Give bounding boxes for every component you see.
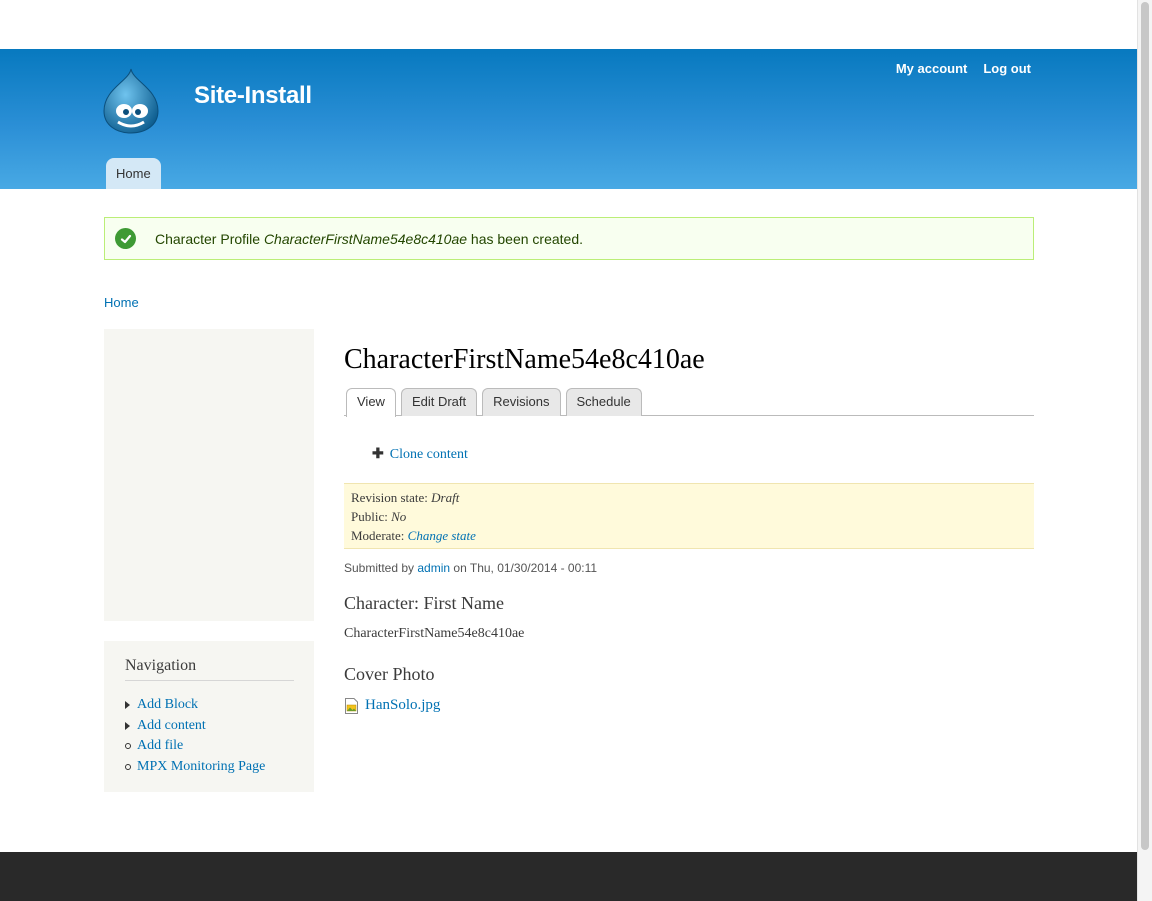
vertical-scrollbar[interactable] — [1137, 0, 1152, 901]
nav-item-add-content[interactable]: Add content — [125, 716, 294, 737]
status-node-title: CharacterFirstName54e8c410ae — [263, 230, 468, 247]
tab-edit-draft[interactable]: Edit Draft — [400, 388, 478, 416]
circle-bullet-icon — [125, 743, 137, 750]
site-name[interactable]: Site-Install — [194, 82, 312, 110]
my-account-link[interactable]: My account — [896, 61, 968, 76]
expand-triangle-icon — [125, 701, 137, 710]
main-menu-home[interactable]: Home — [106, 158, 161, 189]
action-links: ✚ Clone content — [344, 446, 1034, 463]
log-out-link[interactable]: Log out — [983, 61, 1031, 76]
moderation-info: Revision state: Draft Public: No Moderat… — [344, 483, 1034, 549]
field-first-name-label: Character: First Name — [344, 593, 504, 613]
browser-viewport: Site-Install My account Log out Home Cha… — [0, 0, 1137, 901]
breadcrumb-home[interactable]: Home — [104, 295, 139, 310]
nav-item-label[interactable]: Add Block — [137, 697, 198, 713]
circle-bullet-icon — [125, 763, 137, 770]
nav-item-label[interactable]: Add content — [137, 718, 206, 734]
scrollbar-thumb[interactable] — [1141, 2, 1149, 850]
file-link[interactable]: HanSolo.jpg — [365, 697, 440, 714]
secondary-menu: My account Log out — [896, 61, 1031, 76]
cover-photo-file: HanSolo.jpg — [344, 697, 1034, 714]
author-link[interactable]: admin — [417, 561, 450, 575]
navigation-title: Navigation — [125, 657, 294, 681]
revision-state-row: Revision state: Draft — [351, 490, 460, 505]
clone-content-link[interactable]: Clone content — [390, 447, 468, 463]
nav-item-add-file[interactable]: Add file — [125, 736, 294, 757]
moderate-row: Moderate: Change state — [351, 528, 476, 543]
drupal-logo-icon[interactable] — [100, 67, 162, 135]
main-menu: Home — [106, 158, 161, 189]
nav-item-mpx-monitoring[interactable]: MPX Monitoring Page — [125, 757, 294, 778]
tab-view[interactable]: View — [346, 388, 396, 417]
expand-triangle-icon — [125, 721, 137, 730]
tab-schedule[interactable]: Schedule — [565, 388, 642, 416]
field-cover-photo-label: Cover Photo — [344, 664, 435, 684]
change-state-link[interactable]: Change state — [408, 528, 476, 543]
tab-revisions[interactable]: Revisions — [482, 388, 561, 416]
revision-state-value: Draft — [431, 490, 460, 505]
status-message: Character Profile CharacterFirstName54e8… — [104, 217, 1034, 260]
public-value: No — [391, 509, 407, 524]
public-row: Public: No — [351, 509, 407, 524]
site-footer — [0, 852, 1137, 901]
primary-tabs: View Edit Draft Revisions Schedule — [344, 388, 1034, 417]
field-first-name-value: CharacterFirstName54e8c410ae — [344, 626, 525, 641]
page-title: CharacterFirstName54e8c410ae — [344, 344, 705, 375]
image-file-icon — [345, 697, 358, 714]
success-check-icon — [115, 228, 136, 249]
submitted-info: Submitted by admin on Thu, 01/30/2014 - … — [344, 561, 598, 575]
sidebar-empty-block — [104, 329, 314, 621]
nav-item-add-block[interactable]: Add Block — [125, 695, 294, 716]
status-text: Character Profile CharacterFirstName54e8… — [155, 230, 584, 247]
navigation-block: Navigation Add Block Add content Add fil… — [104, 641, 314, 792]
plus-icon: ✚ — [372, 447, 384, 462]
nav-item-label[interactable]: Add file — [137, 738, 183, 754]
navigation-list: Add Block Add content Add file MPX Monit… — [125, 695, 294, 777]
main-content: CharacterFirstName54e8c410ae View Edit D… — [344, 340, 1034, 714]
site-header: Site-Install My account Log out Home — [0, 49, 1137, 189]
nav-item-label[interactable]: MPX Monitoring Page — [137, 759, 265, 775]
